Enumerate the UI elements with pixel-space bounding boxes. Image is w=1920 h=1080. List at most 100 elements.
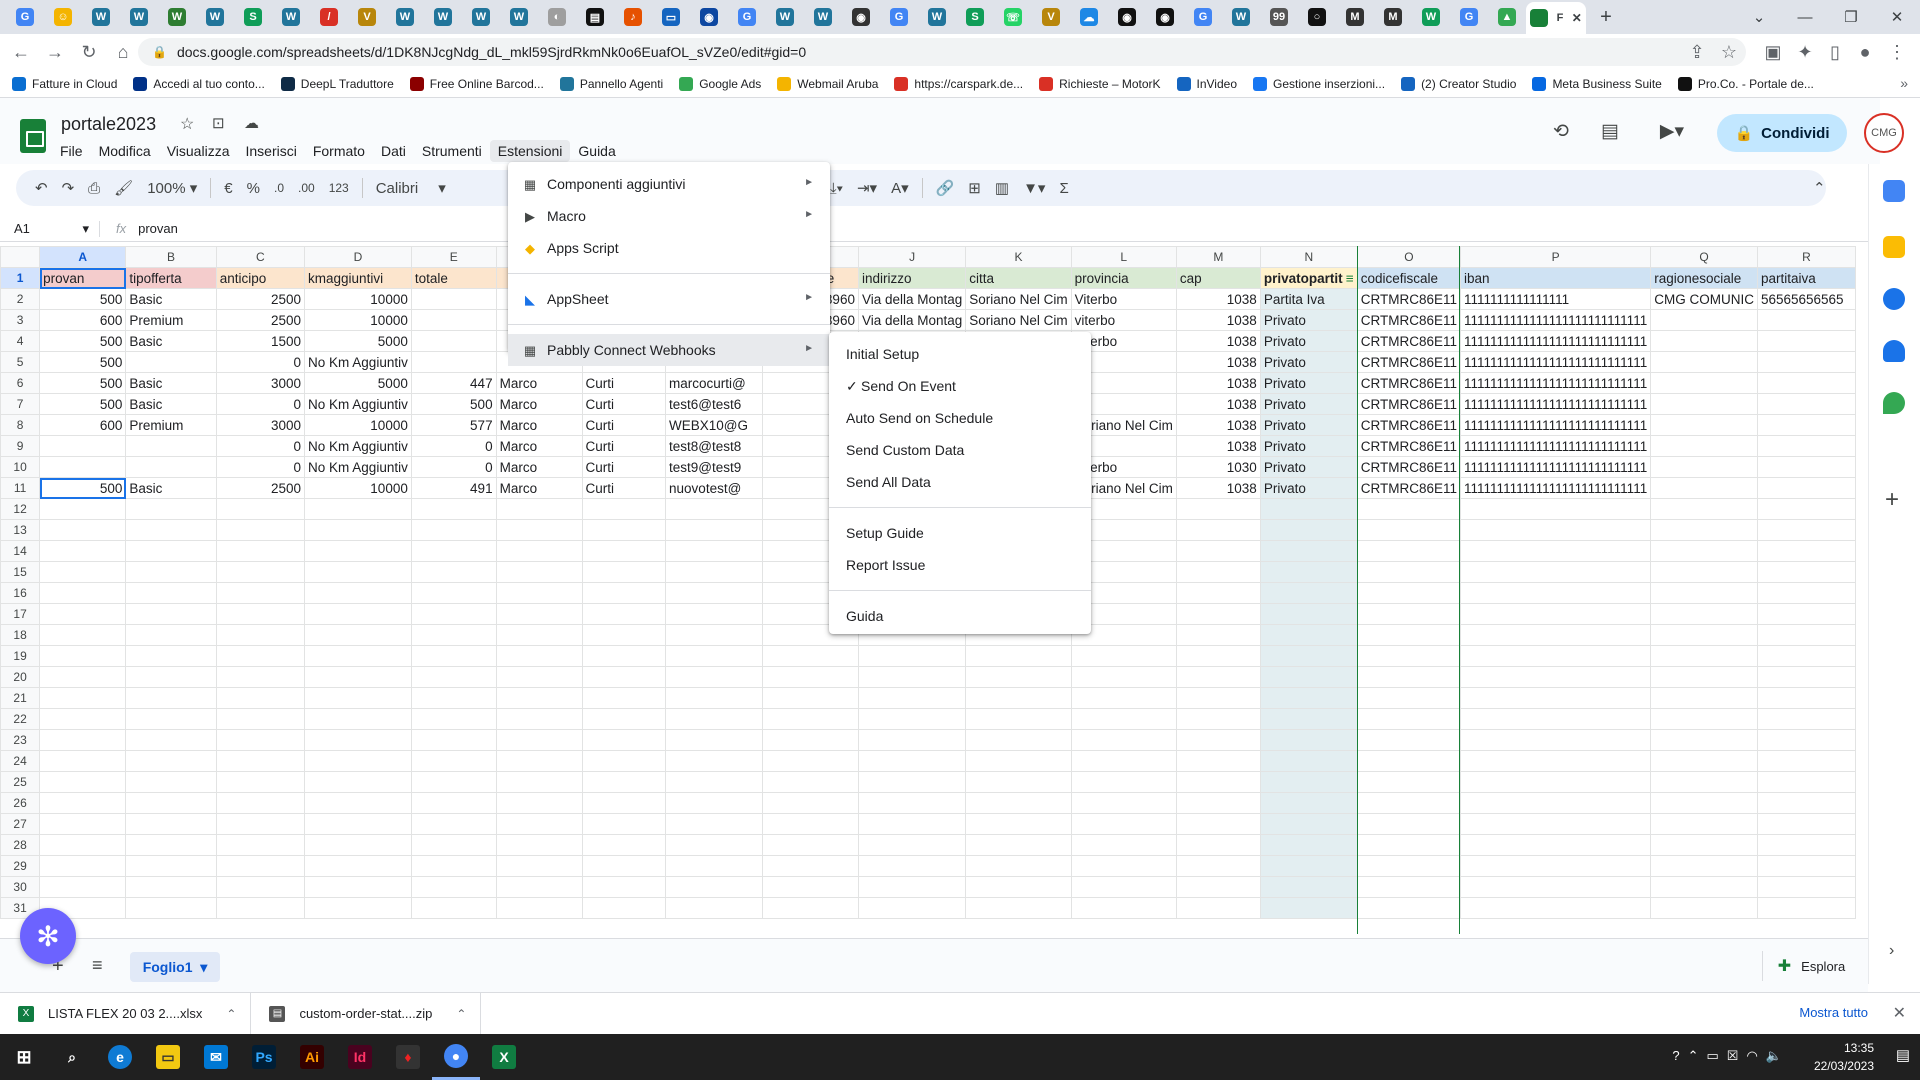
- reload-icon[interactable]: ↻: [72, 35, 106, 69]
- sheet-cell[interactable]: [410, 330, 497, 352]
- sheet-cell[interactable]: [1756, 498, 1856, 520]
- sheet-cell[interactable]: [215, 855, 306, 877]
- sheet-cell[interactable]: Privato: [1259, 414, 1358, 436]
- sheet-cell[interactable]: [39, 519, 127, 541]
- sheet-cell[interactable]: [495, 582, 583, 604]
- menu-modifica[interactable]: Modifica: [91, 140, 159, 162]
- sheet-cell[interactable]: [304, 834, 412, 856]
- browser-tab[interactable]: W: [120, 3, 158, 31]
- sheet-cell[interactable]: [410, 582, 497, 604]
- browser-tab[interactable]: ☺: [44, 3, 82, 31]
- sheet-cell[interactable]: [304, 624, 412, 646]
- sheet-cell[interactable]: [495, 750, 583, 772]
- sheet-cell[interactable]: [304, 519, 412, 541]
- menu-guida[interactable]: Guida: [570, 140, 623, 162]
- sheet-cell[interactable]: [1756, 834, 1856, 856]
- sheet-cell[interactable]: [1356, 729, 1462, 751]
- sheet-cell[interactable]: [125, 582, 217, 604]
- sheet-cell[interactable]: [1356, 540, 1462, 562]
- browser-tab[interactable]: G: [880, 3, 918, 31]
- browser-tab[interactable]: W: [1222, 3, 1260, 31]
- sheet-cell[interactable]: CRTMRC86E11: [1356, 372, 1462, 394]
- sheet-cell[interactable]: [125, 561, 217, 583]
- sheet-cell[interactable]: [1356, 624, 1462, 646]
- sheet-cell[interactable]: [1460, 855, 1652, 877]
- bookmark-item[interactable]: Richieste – MotorK: [1039, 76, 1161, 91]
- row-header[interactable]: 16: [0, 582, 41, 604]
- sheet-cell[interactable]: CMG COMUNIC: [1650, 288, 1758, 310]
- sheet-cell[interactable]: [410, 561, 497, 583]
- sheet-cell[interactable]: [1756, 309, 1856, 331]
- sheet-cell[interactable]: [581, 771, 667, 793]
- home-icon[interactable]: ⌂: [106, 35, 140, 69]
- sheet-cell[interactable]: Via della Montag: [857, 309, 967, 331]
- sheet-cell[interactable]: [125, 519, 217, 541]
- sheet-cell[interactable]: [1460, 729, 1652, 751]
- sheet-cell[interactable]: [1175, 855, 1261, 877]
- sheet-cell[interactable]: 1038: [1175, 288, 1261, 310]
- sheet-cell[interactable]: [1356, 897, 1462, 919]
- sheet-cell[interactable]: 2500: [215, 288, 306, 310]
- browser-tab[interactable]: W: [158, 3, 196, 31]
- sheet-cell[interactable]: [495, 834, 583, 856]
- bookmark-item[interactable]: Accedi al tuo conto...: [133, 76, 265, 91]
- sheet-cell[interactable]: [857, 687, 967, 709]
- sheet-cell[interactable]: [965, 897, 1072, 919]
- menu-inserisci[interactable]: Inserisci: [237, 140, 304, 162]
- sheet-cell[interactable]: [1356, 666, 1462, 688]
- sheet-cell[interactable]: [762, 750, 859, 772]
- sheet-cell[interactable]: [304, 750, 412, 772]
- percent-button[interactable]: %: [240, 175, 267, 201]
- browser-tab[interactable]: ▲: [1488, 3, 1526, 31]
- sheet-cell[interactable]: ragionesociale: [1650, 267, 1758, 289]
- expand-panel-icon[interactable]: ›: [1889, 942, 1894, 960]
- sheet-cell[interactable]: [581, 561, 667, 583]
- sheet-cell[interactable]: [1756, 519, 1856, 541]
- extension-icon[interactable]: ▣: [1756, 35, 1790, 69]
- sheet-cell[interactable]: [965, 708, 1072, 730]
- browser-tab[interactable]: W: [500, 3, 538, 31]
- sheet-cell[interactable]: CRTMRC86E11: [1356, 456, 1462, 478]
- row-header[interactable]: 10: [0, 456, 41, 478]
- menu-formato[interactable]: Formato: [305, 140, 373, 162]
- sheet-cell[interactable]: Partita Iva: [1259, 288, 1358, 310]
- sheet-cell[interactable]: [665, 603, 764, 625]
- sheet-cell[interactable]: CRTMRC86E11: [1356, 414, 1462, 436]
- sheet-cell[interactable]: [1756, 414, 1856, 436]
- sheet-cell[interactable]: [1650, 456, 1758, 478]
- sheet-cell[interactable]: codicefiscale: [1356, 267, 1462, 289]
- sheet-cell[interactable]: 1111111111111111111111111111: [1460, 435, 1652, 457]
- sheet-cell[interactable]: [1070, 666, 1177, 688]
- close-window-button[interactable]: ✕: [1874, 0, 1920, 34]
- sheet-cell[interactable]: [857, 813, 967, 835]
- sheet-cell[interactable]: [1259, 519, 1358, 541]
- column-header[interactable]: J: [857, 246, 967, 268]
- sheet-cell[interactable]: [410, 708, 497, 730]
- sheet-cell[interactable]: [857, 750, 967, 772]
- sheet-cell[interactable]: [1356, 708, 1462, 730]
- sheet-cell[interactable]: [581, 666, 667, 688]
- sheet-cell[interactable]: 500: [410, 393, 497, 415]
- sheet-cell[interactable]: [1756, 456, 1856, 478]
- sheet-cell[interactable]: [304, 561, 412, 583]
- sheet-cell[interactable]: 500: [39, 288, 127, 310]
- sheet-cell[interactable]: 500: [39, 351, 127, 373]
- sheet-cell[interactable]: [581, 792, 667, 814]
- sheet-cell[interactable]: [1259, 750, 1358, 772]
- sheet-cell[interactable]: [304, 603, 412, 625]
- sheet-cell[interactable]: [304, 540, 412, 562]
- extensions-menu-item[interactable]: ▶ Macro ►: [508, 200, 830, 232]
- sheet-cell[interactable]: [215, 897, 306, 919]
- avatar[interactable]: CMG: [1864, 113, 1904, 153]
- browser-tab[interactable]: W: [918, 3, 956, 31]
- sheet-cell[interactable]: [1070, 729, 1177, 751]
- pabbly-menu-item[interactable]: Guida: [829, 600, 1091, 632]
- sheet-cell[interactable]: Premium: [125, 414, 217, 436]
- sheet-cell[interactable]: [125, 498, 217, 520]
- browser-tab[interactable]: S: [234, 3, 272, 31]
- row-header[interactable]: 26: [0, 792, 41, 814]
- sheet-cell[interactable]: [581, 813, 667, 835]
- sheet-cell[interactable]: Curti: [581, 477, 667, 499]
- redo-icon[interactable]: ↷: [55, 175, 82, 201]
- sheet-cell[interactable]: [495, 645, 583, 667]
